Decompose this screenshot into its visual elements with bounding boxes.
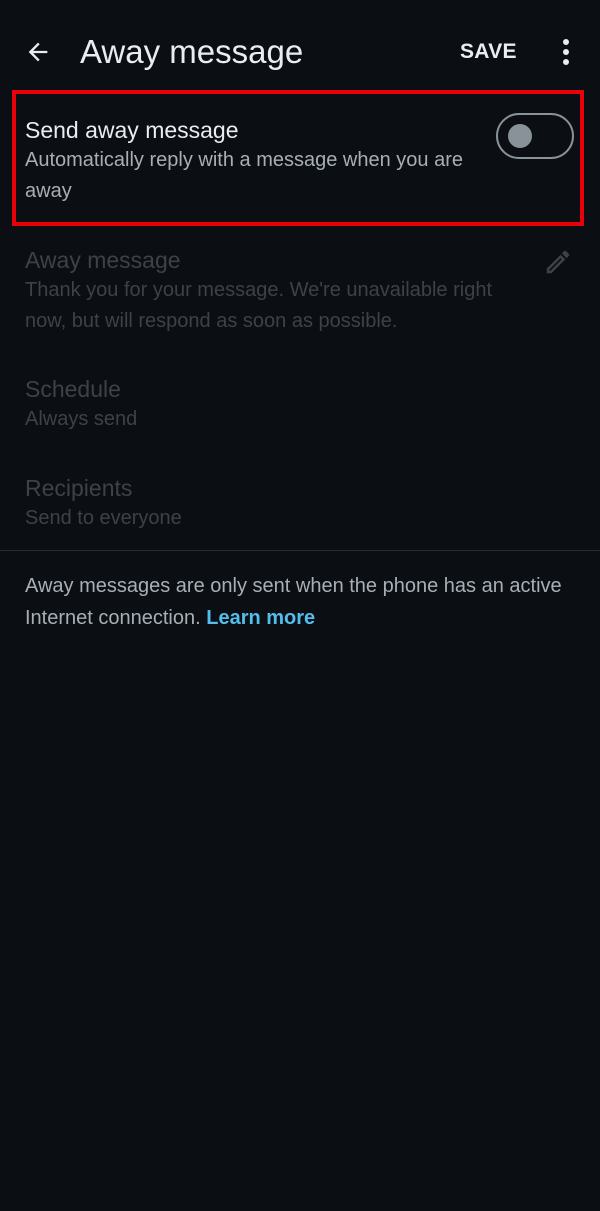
away-message-title: Away message	[25, 247, 181, 273]
edit-away-message-button	[538, 242, 578, 282]
page-title: Away message	[80, 33, 304, 70]
recipients-value: Send to everyone	[25, 507, 182, 529]
divider	[0, 550, 600, 551]
away-message-screen: Away message SAVE Send away message Auto…	[0, 0, 600, 1211]
pencil-icon	[546, 250, 570, 274]
more-options-button[interactable]	[548, 30, 584, 74]
schedule-row: Schedule Always send	[25, 374, 585, 435]
schedule-value: Always send	[25, 408, 138, 430]
toggle-knob	[508, 124, 532, 148]
arrow-left-icon	[28, 42, 48, 62]
recipients-row: Recipients Send to everyone	[25, 473, 585, 534]
app-bar: Away message SAVE	[0, 0, 600, 104]
away-message-row: Away message Thank you for your message.…	[25, 245, 585, 337]
footer-note: Away messages are only sent when the pho…	[25, 570, 565, 634]
send-away-message-subtitle: Automatically reply with a message when …	[25, 149, 463, 202]
save-button[interactable]: SAVE	[460, 34, 517, 70]
send-away-message-toggle[interactable]	[496, 113, 574, 159]
recipients-title: Recipients	[25, 475, 133, 501]
schedule-title: Schedule	[25, 376, 121, 402]
learn-more-link[interactable]: Learn more	[206, 607, 315, 629]
back-button[interactable]	[16, 30, 60, 74]
more-vertical-icon	[563, 39, 569, 65]
away-message-text: Thank you for your message. We're unavai…	[25, 279, 493, 332]
